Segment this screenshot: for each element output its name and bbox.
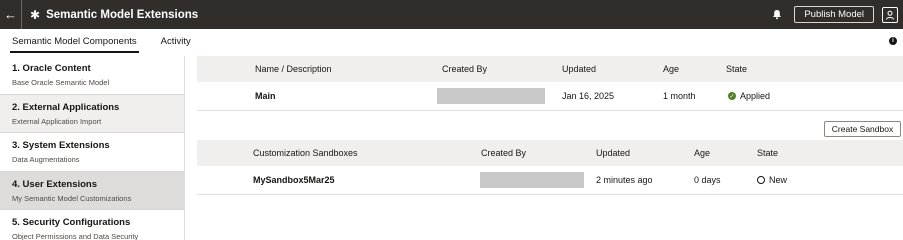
sidebar-item-security-configurations[interactable]: 5. Security Configurations Object Permis… — [0, 210, 184, 240]
status-text: New — [769, 175, 788, 185]
row-created-by — [437, 82, 545, 110]
row-age: 0 days — [694, 175, 721, 185]
column-header-updated: Updated — [596, 148, 631, 158]
row-name: MySandbox5Mar25 — [253, 175, 335, 185]
sidebar-item-title: 5. Security Configurations — [12, 217, 131, 228]
sidebar-item-title: 3. System Extensions — [12, 140, 110, 151]
sidebar-item-title: 1. Oracle Content — [12, 63, 91, 74]
column-header-created-by: Created By — [481, 148, 527, 158]
sidebar-item-subtitle: External Application Import — [12, 116, 102, 126]
main-content: Name / Description Created By Updated Ag… — [197, 56, 903, 240]
empty-circle-icon — [757, 176, 765, 184]
check-circle-icon: ✓ — [728, 92, 736, 100]
table-row[interactable]: MySandbox5Mar25 2 minutes ago 0 days New — [197, 166, 903, 195]
sidebar-item-subtitle: Data Augmentations — [12, 155, 80, 164]
tab-semantic-model-components[interactable]: Semantic Model Components — [0, 29, 149, 53]
sidebar-item-title: 2. External Applications — [12, 101, 120, 113]
row-created-by — [480, 166, 584, 194]
column-header-age: Age — [694, 148, 711, 158]
sidebar-item-subtitle: My Semantic Model Customizations — [12, 193, 132, 203]
sidebar-item-external-applications[interactable]: 2. External Applications External Applic… — [0, 94, 184, 133]
sidebar: 1. Oracle Content Base Oracle Semantic M… — [0, 56, 185, 240]
sidebar-item-subtitle: Object Permissions and Data Security — [12, 232, 139, 240]
row-updated: 2 minutes ago — [596, 175, 653, 185]
column-header-name: Name / Description — [255, 64, 332, 74]
sidebar-item-oracle-content[interactable]: 1. Oracle Content Base Oracle Semantic M… — [0, 56, 184, 95]
tab-bar: Semantic Model Components Activity — [0, 29, 903, 53]
back-arrow-icon[interactable]: ← — [0, 0, 22, 29]
column-header-name: Customization Sandboxes — [253, 148, 358, 158]
column-header-age: Age — [663, 64, 680, 74]
table-row[interactable]: Main Jan 16, 2025 1 month ✓ Applied — [197, 82, 903, 111]
tab-activity[interactable]: Activity — [149, 29, 203, 53]
model-icon: ✱ — [30, 7, 41, 22]
page-title: Semantic Model Extensions — [46, 8, 199, 21]
sidebar-item-title: 4. User Extensions — [12, 178, 98, 190]
bell-icon[interactable] — [770, 8, 784, 22]
column-header-state: State — [757, 148, 779, 158]
column-header-created-by: Created By — [442, 64, 488, 74]
create-sandbox-button[interactable]: Create Sandbox — [824, 121, 901, 137]
sidebar-item-subtitle: Base Oracle Semantic Model — [12, 78, 110, 87]
main-table-header: Name / Description Created By Updated Ag… — [197, 56, 903, 82]
user-icon[interactable] — [882, 6, 898, 23]
sidebar-item-system-extensions[interactable]: 3. System Extensions Data Augmentations — [0, 133, 184, 172]
top-bar: ← ✱ Semantic Model Extensions Publish Mo… — [0, 0, 903, 29]
row-updated: Jan 16, 2025 — [562, 91, 615, 101]
column-header-state: State — [726, 64, 748, 74]
sidebar-item-user-extensions[interactable]: 4. User Extensions My Semantic Model Cus… — [0, 171, 184, 210]
status-text: Applied — [740, 91, 771, 101]
row-name: Main — [255, 91, 276, 101]
publish-model-button[interactable]: Publish Model — [794, 6, 874, 23]
column-header-updated: Updated — [562, 64, 597, 74]
info-icon[interactable]: i — [889, 37, 897, 45]
sandbox-table-header: Customization Sandboxes Created By Updat… — [197, 140, 903, 166]
row-age: 1 month — [663, 91, 696, 101]
status-badge: New — [757, 166, 787, 194]
status-badge: ✓ Applied — [728, 82, 770, 110]
